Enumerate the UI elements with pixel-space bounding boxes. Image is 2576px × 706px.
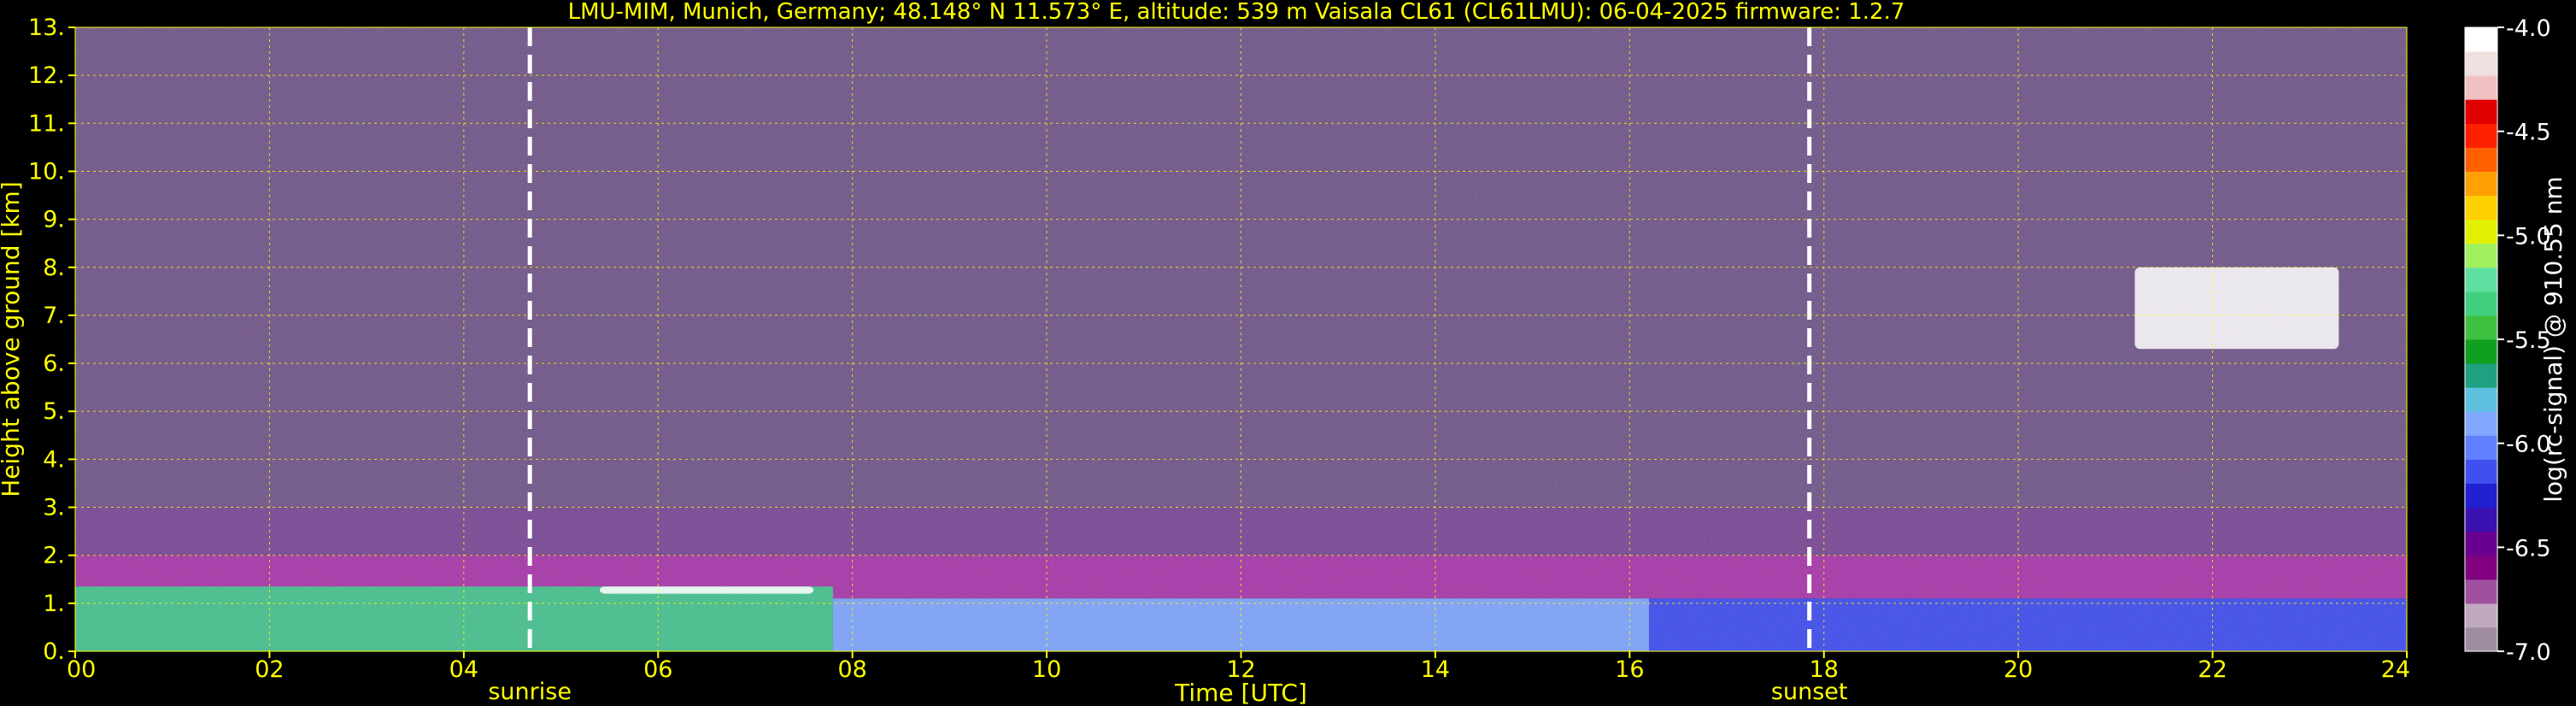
colorbar-segment (2465, 195, 2497, 221)
colorbar-segment (2465, 315, 2497, 340)
cloud-low-cloud (600, 586, 814, 594)
x-tick-label: 00 (67, 656, 96, 683)
y-tick-label: 13. (28, 15, 65, 41)
sunrise-label: sunrise (488, 679, 572, 705)
colorbar-segment (2465, 459, 2497, 484)
colorbar-segment (2465, 555, 2497, 580)
colorbar-segment (2465, 75, 2497, 100)
colorbar-segment (2465, 435, 2497, 460)
colorbar-segment (2465, 603, 2497, 628)
colorbar-tick-label: -4.5 (2506, 120, 2551, 146)
x-tick-label: 02 (255, 656, 284, 683)
x-axis-label: Time [UTC] (1174, 679, 1307, 706)
y-tick-label: 3. (43, 495, 65, 521)
x-tick-label: 08 (837, 656, 866, 683)
y-tick-label: 0. (43, 638, 65, 665)
plot-area (74, 26, 2408, 652)
colorbar-segment (2465, 171, 2497, 197)
colorbar-segment (2465, 387, 2497, 412)
chart-title: LMU-MIM, Munich, Germany; 48.148° N 11.5… (568, 0, 1905, 25)
colorbar-segment (2465, 339, 2497, 364)
y-tick-label: 5. (43, 398, 65, 425)
x-tick-label: 20 (2004, 656, 2033, 683)
y-tick-label: 7. (43, 303, 65, 329)
colorbar-segment (2465, 363, 2497, 388)
y-tick-label: 9. (43, 207, 65, 233)
x-tick-label: 14 (1421, 656, 1450, 683)
colorbar-segment (2465, 507, 2497, 532)
y-tick-label: 6. (43, 350, 65, 377)
x-tick-label: 10 (1032, 656, 1061, 683)
y-tick-label: 2. (43, 543, 65, 569)
colorbar-segment (2465, 99, 2497, 124)
colorbar-segment (2465, 51, 2497, 76)
colorbar-label: log(rc-signal) @ 910.55 nm (2539, 176, 2567, 502)
cloud-cirrus (2134, 267, 2339, 350)
colorbar-tick-label: -6.5 (2506, 535, 2551, 562)
y-axis-label: Height above ground [km] (0, 181, 25, 497)
colorbar-segment (2465, 27, 2497, 52)
x-tick-label: 04 (449, 656, 478, 683)
colorbar-segment (2465, 531, 2497, 556)
x-tick-label: 16 (1615, 656, 1644, 683)
x-tick-label: 06 (643, 656, 672, 683)
colorbar-segment (2465, 483, 2497, 509)
colorbar-segment (2465, 411, 2497, 436)
colorbar-segment (2465, 627, 2497, 652)
colorbar-segment (2465, 147, 2497, 172)
ceilometer-figure: LMU-MIM, Munich, Germany; 48.148° N 11.5… (0, 0, 2576, 706)
colorbar-segment (2465, 291, 2497, 316)
colorbar-segment (2465, 123, 2497, 148)
colorbar-segment (2465, 243, 2497, 268)
y-tick-label: 10. (28, 158, 65, 185)
colorbar-segment (2465, 579, 2497, 604)
y-tick-label: 12. (28, 62, 65, 89)
colorbar-segment (2465, 267, 2497, 292)
y-tick-label: 1. (43, 591, 65, 617)
y-tick-label: 4. (43, 446, 65, 473)
y-tick-label: 11. (28, 110, 65, 137)
colorbar-tick-label: -4.0 (2506, 15, 2551, 42)
y-tick-label: 8. (43, 255, 65, 281)
x-tick-label: 22 (2198, 656, 2227, 683)
x-tick-label: 24 (2381, 656, 2410, 683)
colorbar-tick-label: -7.0 (2506, 639, 2551, 666)
colorbar-segment (2465, 219, 2497, 244)
sunset-label: sunset (1771, 679, 1848, 705)
